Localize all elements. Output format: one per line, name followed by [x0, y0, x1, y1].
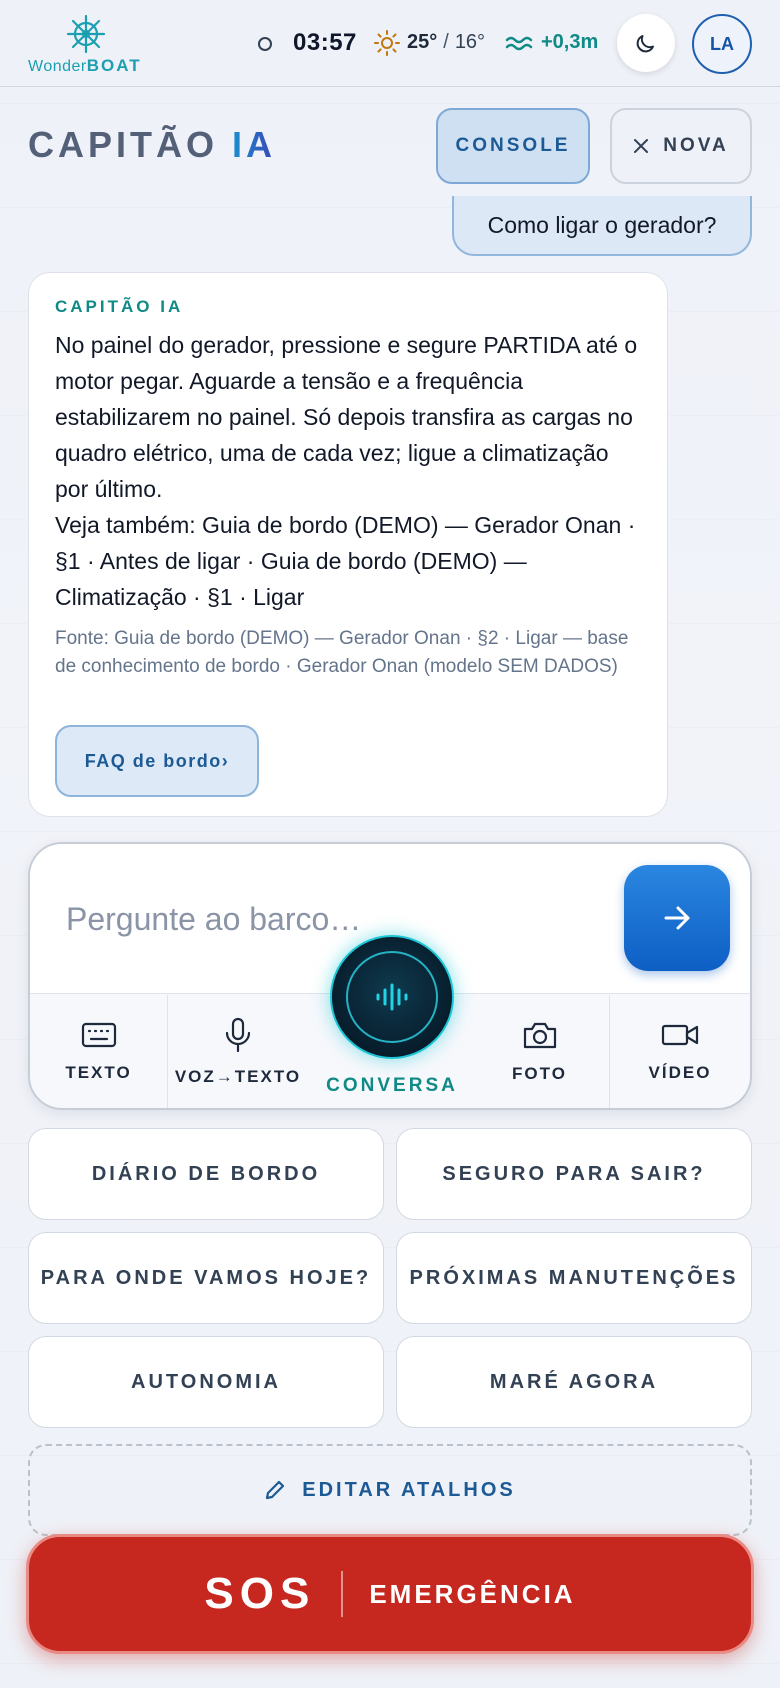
page-title-accent: IA: [232, 124, 277, 165]
sos-label: SOS: [204, 1569, 316, 1618]
video-camera-icon: [661, 1024, 699, 1045]
conversation-button-ring: [346, 951, 438, 1043]
conversation-label: CONVERSA: [326, 1075, 458, 1096]
faq-button[interactable]: FAQ de bordo›: [55, 725, 259, 797]
mode-photo-button[interactable]: FOTO: [470, 995, 610, 1108]
assistant-message-card: CAPITÃO IA No painel do gerador, pressio…: [28, 272, 668, 817]
new-chat-label: NOVA: [663, 135, 729, 156]
voice-wave-icon: [376, 983, 408, 1011]
keyboard-icon: [81, 1022, 116, 1047]
shortcut-autonomy[interactable]: AUTONOMIA: [28, 1336, 384, 1428]
camera-icon: [523, 1022, 556, 1048]
logo[interactable]: WonderBOAT: [28, 12, 148, 76]
tide-value: +0,3m: [541, 31, 599, 53]
edit-shortcuts-button[interactable]: EDITAR ATALHOS: [28, 1444, 752, 1536]
ship-wheel-icon: [66, 14, 106, 54]
temp-high: 25°: [407, 31, 438, 53]
close-icon: [634, 139, 649, 153]
avatar[interactable]: LA: [692, 14, 752, 74]
shortcut-tide-now[interactable]: MARÉ AGORA: [396, 1336, 752, 1428]
assistant-name: CAPITÃO IA: [55, 297, 184, 316]
composer: TEXTO VOZ→TEXTO FOTO: [28, 842, 752, 1110]
shortcut-logbook[interactable]: DIÁRIO DE BORDO: [28, 1128, 384, 1220]
shortcut-where-today[interactable]: PARA ONDE VAMOS HOJE?: [28, 1232, 384, 1324]
wave-icon: [505, 36, 533, 51]
temp-low: 16°: [454, 31, 486, 53]
mode-photo-label: FOTO: [512, 1063, 567, 1083]
assistant-message-text: No painel do gerador, pressione e segure…: [55, 332, 638, 610]
send-button[interactable]: [624, 865, 730, 971]
sun-icon: [374, 30, 400, 56]
sos-divider: [341, 1571, 344, 1617]
input-mode-bar: TEXTO VOZ→TEXTO FOTO VÍDEO CONVERSA: [30, 935, 750, 1108]
page-title-main: CAPITÃO: [28, 124, 218, 165]
microphone-icon: [225, 1017, 251, 1052]
mode-text-label: TEXTO: [65, 1062, 132, 1082]
moon-icon: [636, 35, 654, 53]
arrow-right-icon: [664, 906, 690, 930]
source-citation: Fonte: Guia de bordo (DEMO) — Gerador On…: [55, 628, 629, 677]
page-title: CAPITÃO IA: [28, 124, 276, 166]
shortcut-maintenance[interactable]: PRÓXIMAS MANUTENÇÕES: [396, 1232, 752, 1324]
clock: 03:57: [293, 29, 357, 56]
mode-text-button[interactable]: TEXTO: [30, 995, 168, 1108]
mode-voice-button[interactable]: VOZ→TEXTO: [168, 995, 308, 1108]
edit-shortcuts-label: EDITAR ATALHOS: [302, 1478, 516, 1501]
mode-video-button[interactable]: VÍDEO: [610, 995, 750, 1108]
brand-name: WonderBOAT: [28, 56, 142, 75]
top-bar: WonderBOAT 03:57 25°/16° +0,3m LA: [0, 0, 780, 87]
pencil-icon: [266, 1480, 285, 1500]
temp-separator: /: [443, 31, 449, 53]
console-button[interactable]: CONSOLE: [436, 108, 590, 184]
temperature: 25°/16°: [407, 31, 485, 54]
conversation-button[interactable]: [330, 935, 454, 1059]
emergency-label: EMERGÊNCIA: [369, 1578, 576, 1609]
shortcut-safe-to-leave[interactable]: SEGURO PARA SAIR?: [396, 1128, 752, 1220]
mode-video-label: VÍDEO: [648, 1062, 712, 1082]
sos-emergency-button[interactable]: SOS EMERGÊNCIA: [26, 1534, 754, 1654]
dark-mode-toggle[interactable]: [617, 14, 675, 72]
status-dot-icon: [258, 37, 272, 51]
mode-voice-label: VOZ→TEXTO: [174, 1066, 302, 1086]
user-message-bubble: Como ligar o gerador?: [452, 196, 752, 256]
ask-input[interactable]: [66, 894, 586, 944]
new-chat-button[interactable]: NOVA: [610, 108, 752, 184]
